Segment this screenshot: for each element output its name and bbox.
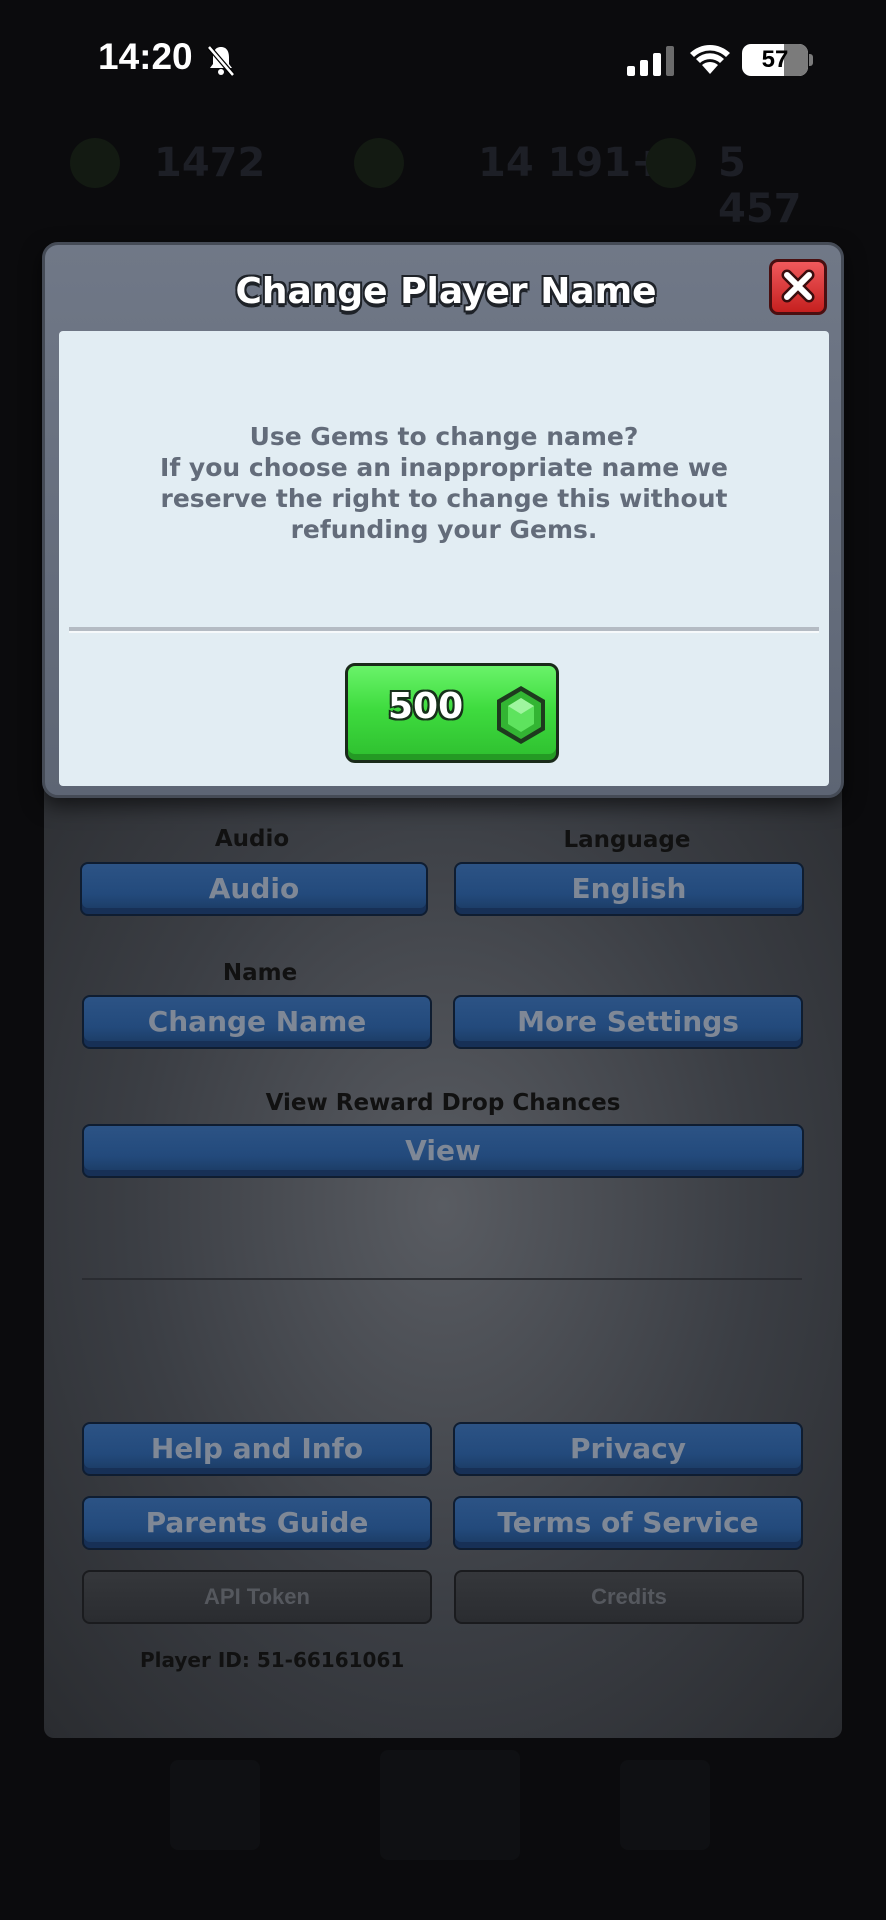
help-and-info-button[interactable]: Help and Info	[82, 1422, 432, 1476]
battery-nub	[809, 54, 813, 66]
credits-button[interactable]: Credits	[454, 1570, 804, 1624]
view-drop-chances-button[interactable]: View	[82, 1124, 804, 1178]
modal-message: Use Gems to change name? If you choose a…	[99, 421, 789, 545]
gem-cost: 500	[388, 686, 464, 727]
modal-message-line-1: Use Gems to change name?	[249, 422, 639, 451]
status-bar: 14:20 57	[0, 0, 886, 110]
status-time: 14:20	[98, 36, 193, 77]
settings-divider	[82, 1278, 802, 1280]
bottom-nav	[150, 1750, 750, 1870]
name-label: Name	[222, 960, 298, 986]
api-token-button[interactable]: API Token	[82, 1570, 432, 1624]
privacy-button[interactable]: Privacy	[453, 1422, 803, 1476]
drop-chances-label: View Reward Drop Chances	[265, 1090, 621, 1116]
battery-icon: 57	[742, 44, 808, 76]
audio-button[interactable]: Audio	[80, 862, 428, 916]
terms-of-service-button[interactable]: Terms of Service	[453, 1496, 803, 1550]
modal-separator	[69, 627, 819, 633]
more-settings-button[interactable]: More Settings	[453, 995, 803, 1049]
signal-icon	[627, 46, 674, 76]
nav-tab-right	[620, 1760, 710, 1850]
language-button[interactable]: English	[454, 862, 804, 916]
trophy-count: 1472	[154, 140, 266, 186]
gold-icon	[354, 138, 404, 188]
nav-tab-left	[170, 1760, 260, 1850]
audio-label: Audio	[214, 826, 290, 852]
modal-message-line-2: If you choose an inappropriate name we	[160, 453, 728, 482]
background-hud: 1472 14 191+ 5 457	[70, 130, 830, 232]
change-name-button[interactable]: Change Name	[82, 995, 432, 1049]
close-button[interactable]	[769, 259, 827, 315]
modal-title: Change Player Name	[235, 271, 657, 312]
gem-icon	[497, 686, 545, 744]
wifi-icon	[690, 45, 730, 74]
battery-level: 57	[761, 46, 789, 73]
parents-guide-button[interactable]: Parents Guide	[82, 1496, 432, 1550]
change-name-modal: Change Player Name Use Gems to change na…	[42, 242, 844, 798]
player-id: Player ID: 51-66161061	[140, 1648, 405, 1672]
bell-muted-icon	[207, 45, 235, 77]
gold-count: 14 191+	[478, 140, 665, 186]
modal-message-line-3: reserve the right to change this without	[160, 484, 728, 513]
close-icon	[781, 269, 815, 303]
language-label: Language	[563, 827, 691, 853]
pay-gems-button[interactable]: 500	[345, 663, 559, 763]
trophy-icon	[70, 138, 120, 188]
modal-body: Use Gems to change name? If you choose a…	[59, 331, 829, 786]
gem-hud-icon	[646, 138, 696, 188]
nav-tab-center	[380, 1750, 520, 1860]
modal-message-line-4: refunding your Gems.	[290, 515, 598, 544]
gem-count: 5 457	[718, 140, 802, 232]
